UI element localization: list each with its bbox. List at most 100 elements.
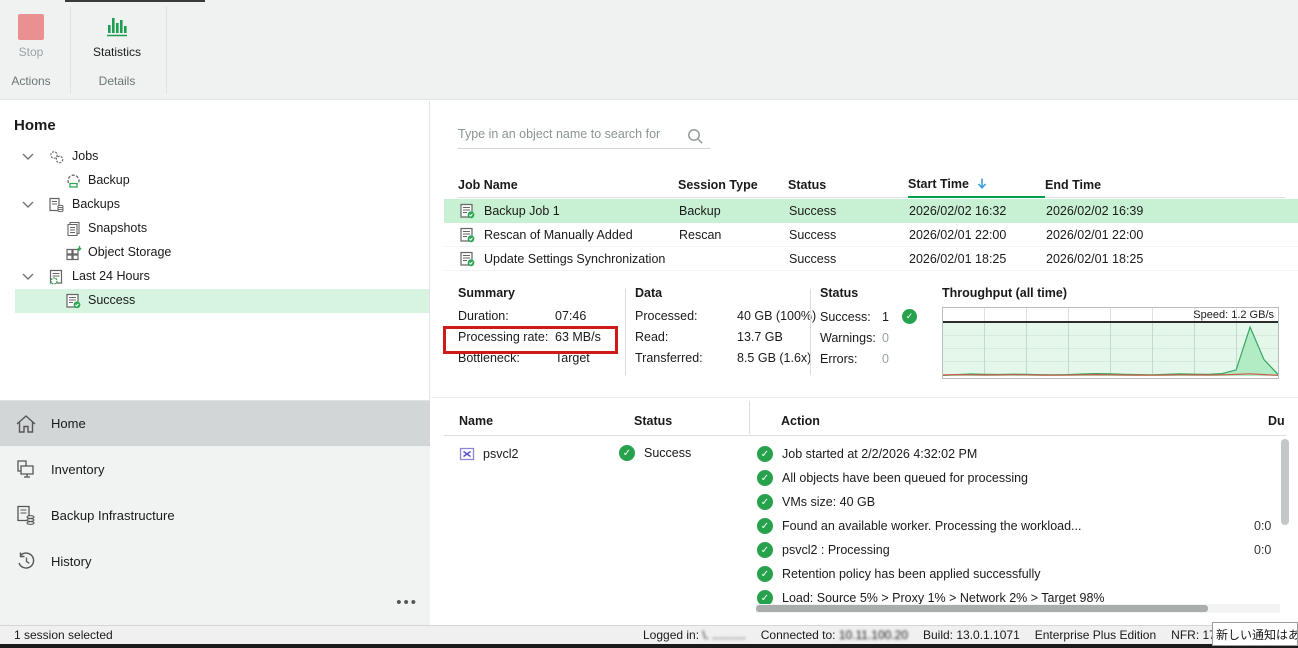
cell-session-type: Rescan (679, 228, 789, 242)
table-row[interactable]: Backup Job 1 Backup Success 2026/02/02 1… (444, 199, 1298, 223)
vm-icon (459, 446, 475, 462)
ribbon-separator (70, 6, 71, 94)
action-text: Load: Source 5% > Proxy 1% > Network 2% … (782, 591, 1105, 605)
vm-row-name[interactable]: psvcl2 (459, 446, 518, 462)
window-bottom-edge (0, 644, 1298, 648)
vm-row-status: ✓ Success (619, 445, 691, 461)
column-header-session-type[interactable]: Session Type (678, 172, 788, 197)
vertical-scrollbar[interactable] (1280, 436, 1290, 602)
tree-item-success[interactable]: Success (15, 289, 429, 313)
tree-item-snapshots[interactable]: Snapshots (0, 217, 429, 241)
logged-in-value: \. .......... (702, 628, 745, 642)
success-check-icon: ✓ (619, 445, 635, 461)
column-header-action[interactable]: Action (763, 414, 1253, 434)
data-label: Read: (635, 330, 737, 344)
statistics-button[interactable]: Statistics (86, 8, 148, 59)
chevron-down-icon[interactable] (22, 201, 34, 208)
search-icon[interactable] (686, 127, 704, 145)
data-label: Transferred: (635, 351, 737, 365)
ribbon-group-actions: Actions (0, 74, 62, 88)
list-item[interactable]: ✓ Job started at 2/2/2026 4:32:02 PM (757, 442, 1282, 466)
column-header-status[interactable]: Status (788, 172, 908, 197)
session-success-icon (459, 251, 476, 267)
cell-job-name: Backup Job 1 (484, 204, 560, 218)
throughput-plot-area (943, 323, 1278, 376)
tree-item-label: Success (88, 293, 135, 307)
action-text: Found an available worker. Processing th… (782, 519, 1081, 533)
panel-divider (810, 289, 811, 375)
status-label: Errors: (820, 352, 882, 366)
action-text: Job started at 2/2/2026 4:32:02 PM (782, 447, 977, 461)
success-report-icon (65, 293, 82, 309)
more-options-button[interactable]: ••• (396, 594, 418, 611)
tree-item-label: Snapshots (88, 221, 147, 235)
column-header-start-time[interactable]: Start Time (908, 172, 1045, 198)
scrollbar-thumb[interactable] (756, 605, 1208, 612)
stop-button[interactable]: Stop (0, 8, 62, 59)
tree-item-object-storage[interactable]: Object Storage (0, 241, 429, 265)
tree-item-label: Backup (88, 173, 130, 187)
nav-item-backup-infrastructure[interactable]: Backup Infrastructure (0, 492, 430, 538)
success-check-icon: ✓ (902, 309, 917, 324)
table-row[interactable]: Update Settings Synchronization Success … (444, 247, 1298, 271)
tree-item-label: Backups (72, 197, 120, 211)
list-item[interactable]: ✓ VMs size: 40 GB (757, 490, 1282, 514)
action-duration: 0:0 (1254, 543, 1271, 557)
main-content: Job Name Session Type Status Start Time … (431, 101, 1298, 625)
sidebar: Home Jobs Backup Backups (0, 101, 430, 625)
horizontal-scrollbar[interactable] (756, 604, 1280, 613)
column-header-status[interactable]: Status (619, 414, 763, 434)
success-check-icon: ✓ (757, 446, 773, 462)
list-item[interactable]: ✓ psvcl2 : Processing 0:0 (757, 538, 1282, 562)
nav-item-history[interactable]: History (0, 538, 430, 584)
table-row[interactable]: Rescan of Manually Added Rescan Success … (444, 223, 1298, 247)
tree-item-jobs[interactable]: Jobs (0, 145, 429, 169)
success-check-icon: ✓ (757, 566, 773, 582)
connected-to: Connected to: 10.11.100.20 (761, 628, 908, 642)
stop-button-label: Stop (0, 45, 62, 59)
tree-item-last-24-hours[interactable]: Last 24 Hours (0, 265, 429, 289)
vm-name: psvcl2 (483, 447, 518, 461)
statistics-chart-icon (104, 14, 130, 40)
list-item[interactable]: ✓ All objects have been queued for proce… (757, 466, 1282, 490)
session-success-icon (459, 203, 476, 219)
chevron-down-icon[interactable] (22, 273, 34, 280)
navigation-tree: Jobs Backup Backups Snapshots (0, 145, 429, 313)
last-24-hours-icon (48, 269, 65, 285)
main-navigation: Home Inventory Backup Infrastructure (0, 400, 430, 625)
nav-item-label: Home (51, 416, 86, 431)
column-header-duration[interactable]: Du (1253, 414, 1298, 434)
nav-item-inventory[interactable]: Inventory (0, 446, 430, 492)
action-text: psvcl2 : Processing (782, 543, 890, 557)
search-input[interactable] (458, 123, 668, 145)
cell-status: Success (789, 252, 909, 266)
tree-item-backup[interactable]: Backup (0, 169, 429, 193)
cell-start-time: 2026/02/01 18:25 (909, 252, 1046, 266)
tree-item-backups[interactable]: Backups (0, 193, 429, 217)
list-item[interactable]: ✓ Found an available worker. Processing … (757, 514, 1282, 538)
panel-title: Data (635, 286, 816, 300)
nav-item-home[interactable]: Home (0, 401, 430, 446)
notification-tooltip[interactable]: 新しい通知はあり (1212, 622, 1298, 646)
tree-item-label: Object Storage (88, 245, 171, 259)
data-panel: Data Processed:40 GB (100%) Read:13.7 GB… (635, 286, 816, 365)
statistics-button-label: Statistics (86, 45, 148, 59)
throughput-series-svg (943, 323, 1278, 376)
details-table-header: Name Status Action Du (444, 414, 1298, 434)
nav-item-label: Backup Infrastructure (51, 508, 175, 523)
column-header-name[interactable]: Name (444, 414, 619, 434)
column-header-end-time[interactable]: End Time (1045, 172, 1285, 197)
list-item[interactable]: ✓ Retention policy has been applied succ… (757, 562, 1282, 586)
throughput-chart: Speed: 1.2 GB/s (942, 307, 1279, 379)
scrollbar-thumb[interactable] (1281, 439, 1289, 525)
ribbon-separator (166, 6, 167, 94)
chevron-down-icon[interactable] (22, 153, 34, 160)
status-value: 0 (882, 352, 902, 366)
success-check-icon: ✓ (757, 518, 773, 534)
backup-job-icon (65, 173, 82, 189)
ribbon-group-details: Details (86, 74, 148, 88)
cell-start-time: 2026/02/01 22:00 (909, 228, 1046, 242)
summary-label: Duration: (458, 309, 555, 323)
action-duration: 0:0 (1254, 519, 1271, 533)
column-header-job-name[interactable]: Job Name (458, 172, 678, 197)
